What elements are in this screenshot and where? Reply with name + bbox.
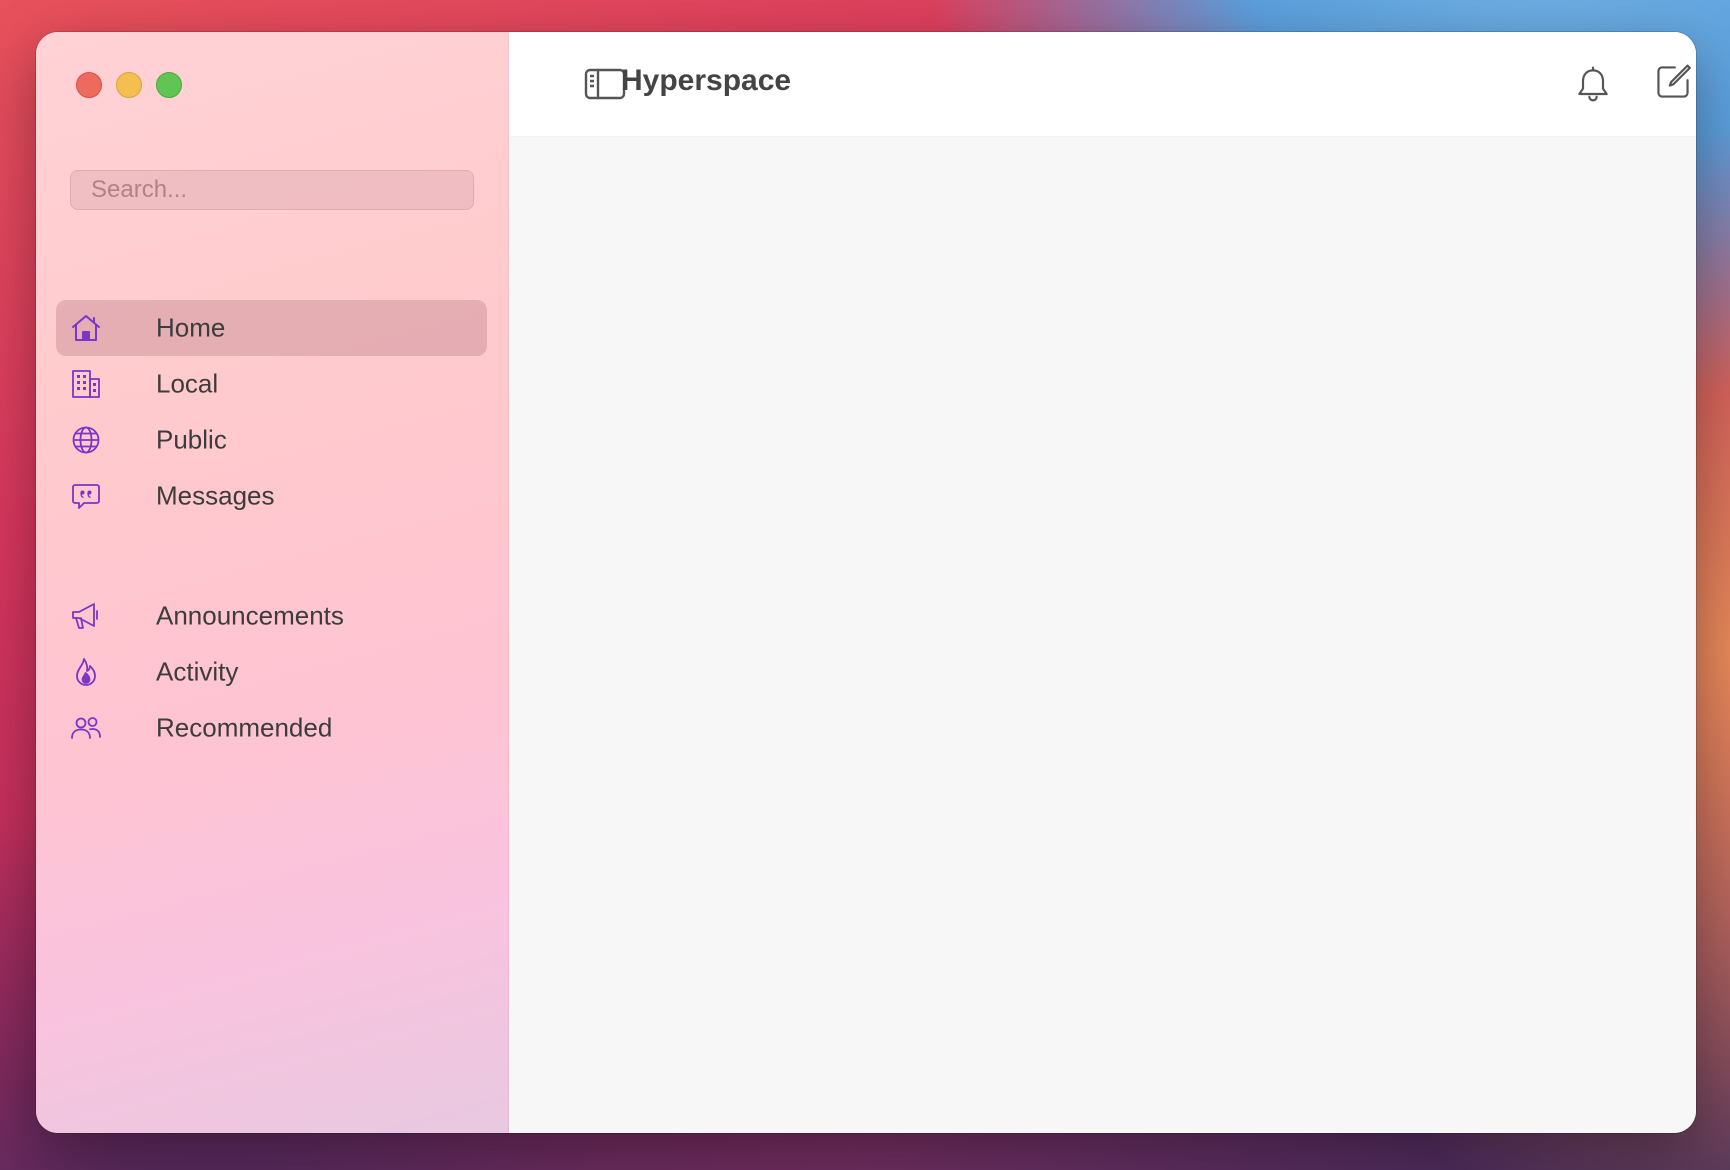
sidebar-item-label: Public <box>156 424 227 455</box>
app-window: Home Local <box>36 32 1696 1133</box>
chat-bubble-icon <box>70 480 102 512</box>
home-icon <box>70 312 102 344</box>
people-icon <box>70 712 102 744</box>
maximize-window-button[interactable] <box>156 72 182 98</box>
flame-icon <box>70 656 102 688</box>
main-content: Hyperspace <box>509 32 1696 1133</box>
sidebar-item-recommended[interactable]: Recommended <box>56 700 487 756</box>
toolbar: Hyperspace <box>509 32 1696 137</box>
sidebar-item-label: Recommended <box>156 712 333 743</box>
page-title: Hyperspace <box>621 64 792 97</box>
sidebar-item-label: Activity <box>156 656 239 687</box>
bell-icon[interactable] <box>1571 62 1615 106</box>
sidebar-item-label: Messages <box>156 480 275 511</box>
megaphone-icon <box>70 600 102 632</box>
globe-icon <box>70 424 102 456</box>
sidebar-item-label: Announcements <box>156 600 344 631</box>
sidebar-item-label: Local <box>156 368 219 399</box>
sidebar-item-announcements[interactable]: Announcements <box>56 588 487 644</box>
building-icon <box>70 368 102 400</box>
compose-icon[interactable] <box>1651 60 1695 104</box>
close-window-button[interactable] <box>76 72 102 98</box>
sidebar-item-home[interactable]: Home <box>56 300 487 356</box>
sidebar: Home Local <box>36 32 509 1133</box>
minimize-window-button[interactable] <box>116 72 142 98</box>
sidebar-item-public[interactable]: Public <box>56 412 487 468</box>
search-input[interactable] <box>70 170 474 210</box>
sidebar-item-activity[interactable]: Activity <box>56 644 487 700</box>
sidebar-item-messages[interactable]: Messages <box>56 468 487 524</box>
sidebar-item-local[interactable]: Local <box>56 356 487 412</box>
sidebar-item-label: Home <box>156 312 226 343</box>
